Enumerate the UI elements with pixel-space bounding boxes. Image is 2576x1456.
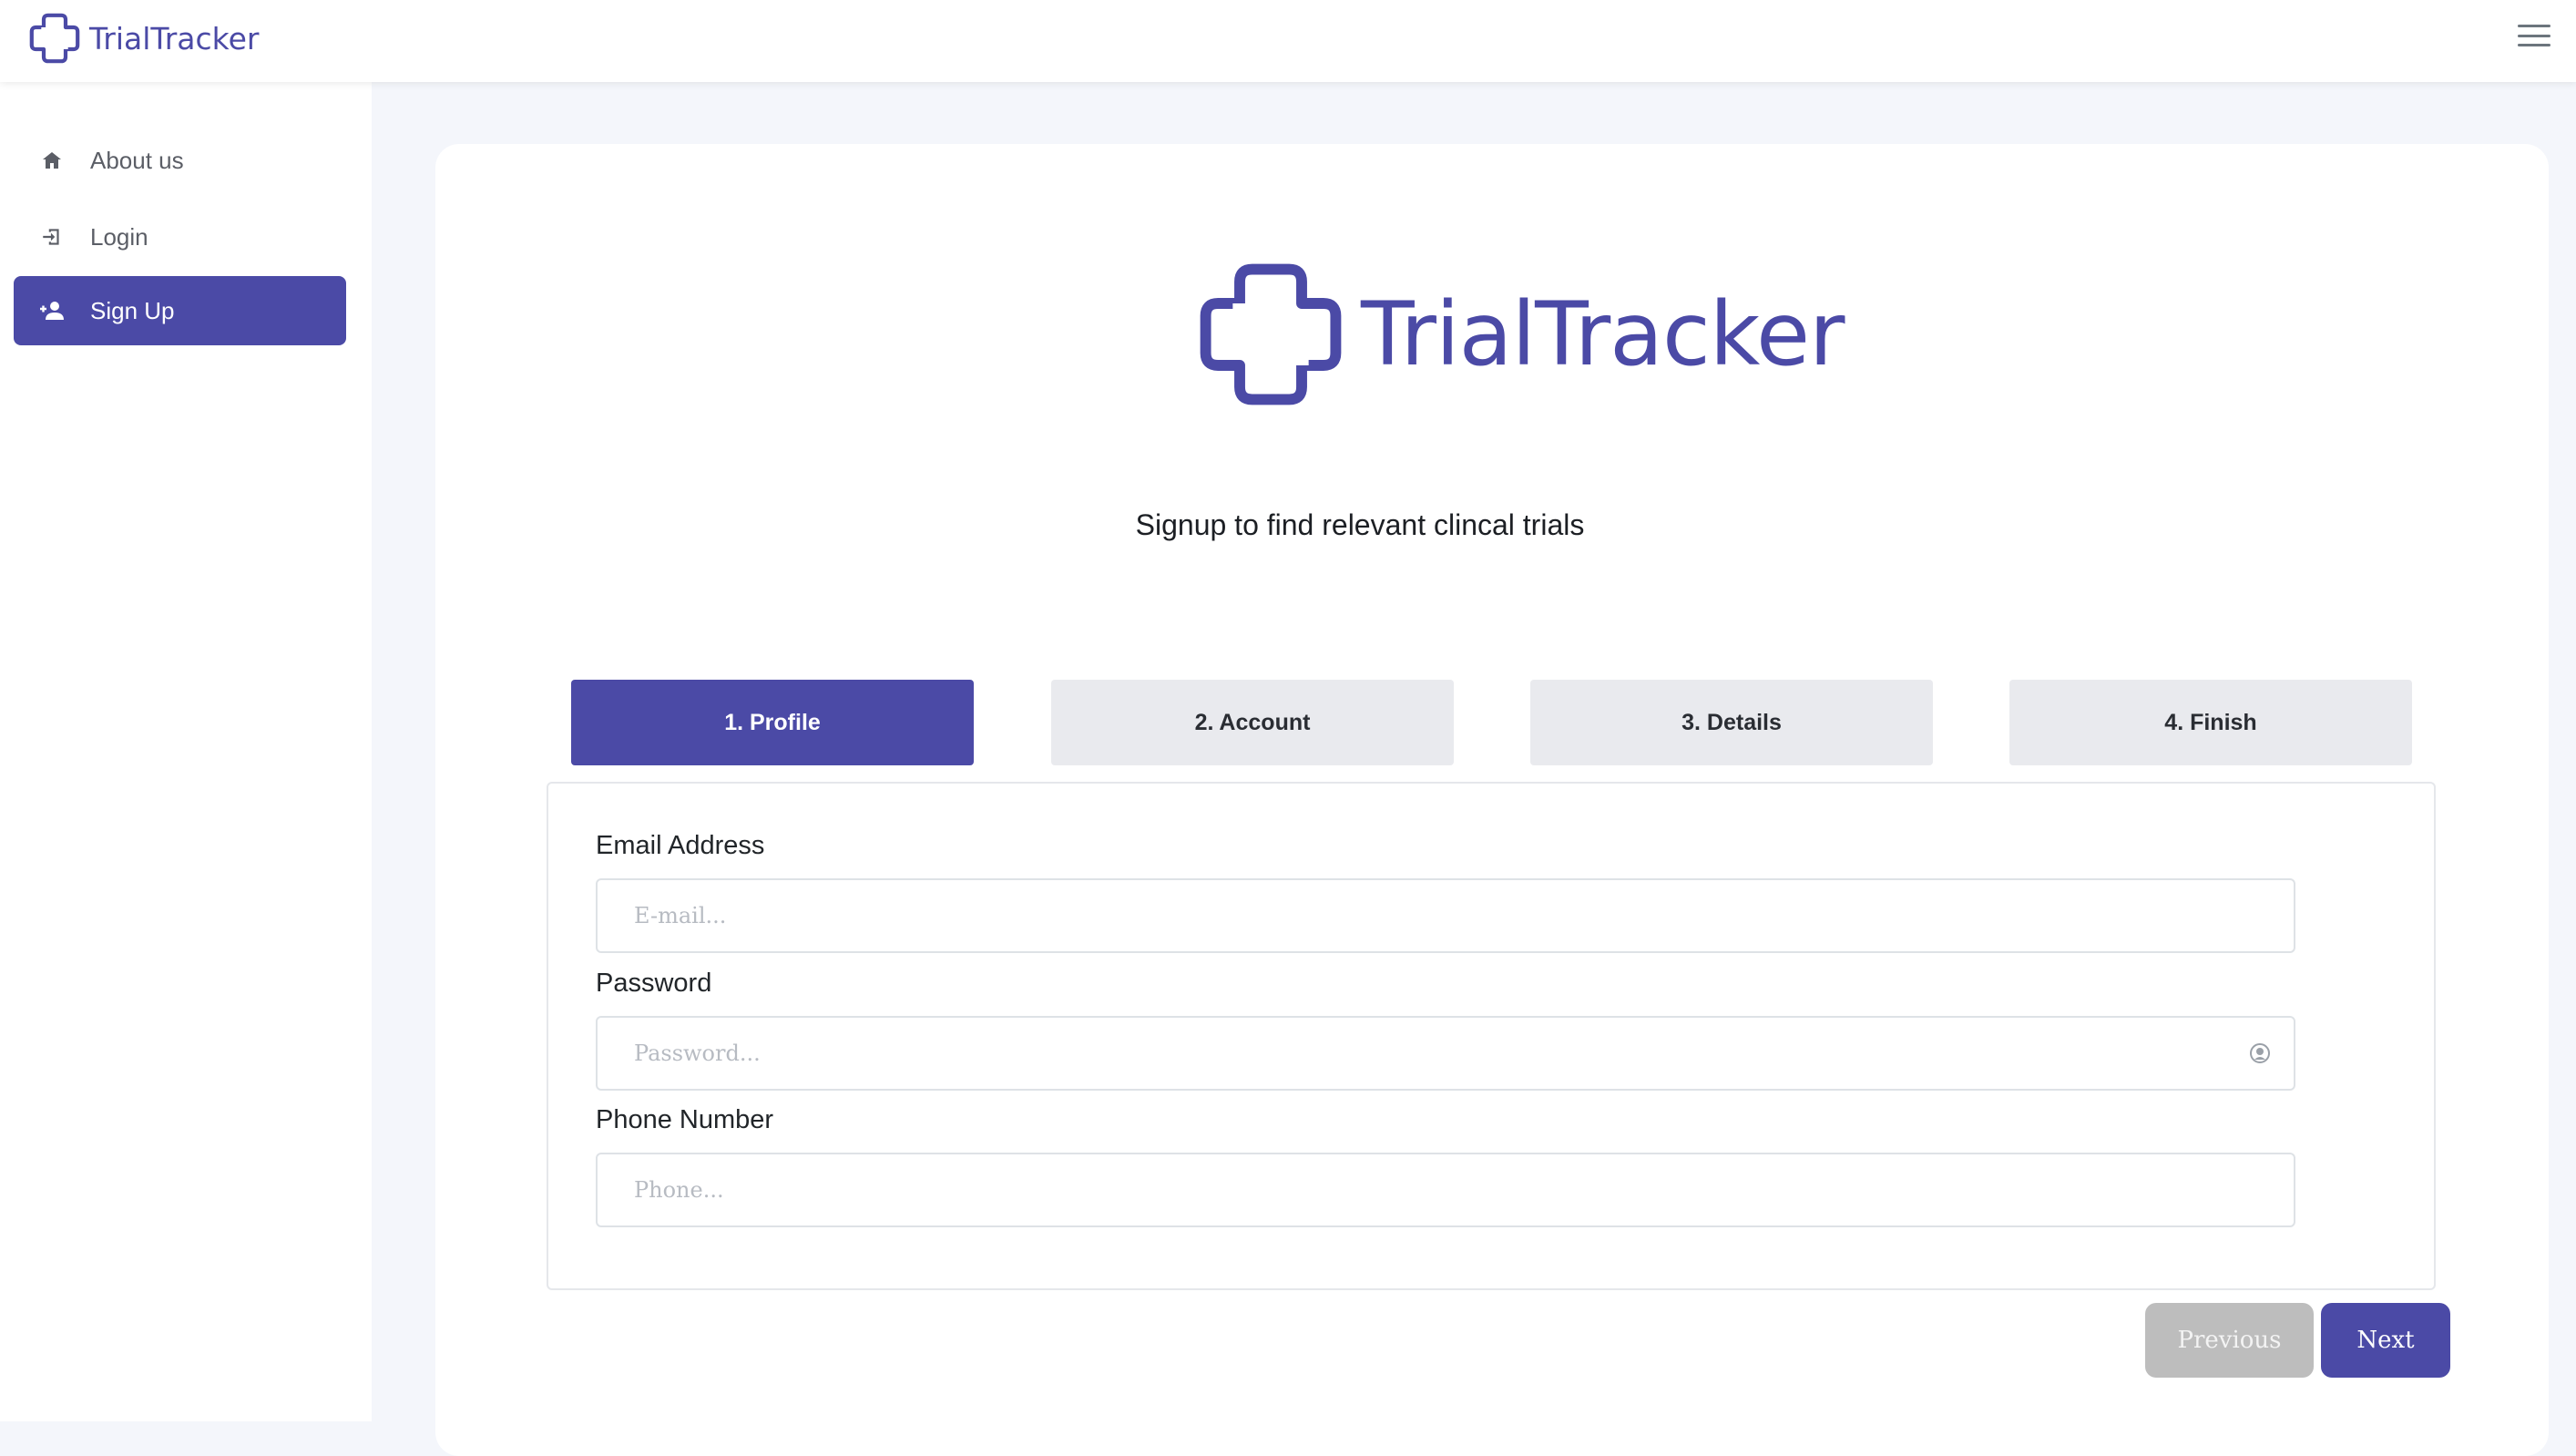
password-label: Password xyxy=(596,969,712,998)
sidebar-item-label: About us xyxy=(90,146,184,174)
sidebar-item-about-us[interactable]: About us xyxy=(14,126,346,195)
email-label: Email Address xyxy=(596,831,765,860)
page-subtitle: Signup to find relevant clincal trials xyxy=(0,508,2576,542)
password-visibility-icon[interactable] xyxy=(2246,1040,2274,1067)
subtitle-text: Signup to find relevant clincal trials xyxy=(1135,508,1585,541)
hero-brand-name: TrialTracker xyxy=(1361,283,1845,385)
user-plus-icon xyxy=(39,298,65,323)
password-input[interactable] xyxy=(596,1016,2295,1091)
profile-form: Email Address Password Phone Number xyxy=(547,782,2436,1290)
step-finish[interactable]: 4. Finish xyxy=(2009,680,2412,765)
phone-label: Phone Number xyxy=(596,1105,774,1134)
menu-icon[interactable] xyxy=(2518,22,2550,49)
step-profile[interactable]: 1. Profile xyxy=(571,680,974,765)
sidebar-item-label: Sign Up xyxy=(90,296,175,324)
step-account[interactable]: 2. Account xyxy=(1051,680,1454,765)
previous-button[interactable]: Previous xyxy=(2145,1303,2314,1378)
cross-logo-icon xyxy=(1200,263,1342,405)
sidebar-item-login[interactable]: Login xyxy=(14,202,346,272)
next-button[interactable]: Next xyxy=(2321,1303,2450,1378)
step-details[interactable]: 3. Details xyxy=(1530,680,1933,765)
top-navbar: TrialTracker xyxy=(0,0,2576,82)
brand-logo[interactable]: TrialTracker xyxy=(27,9,259,67)
brand-name: TrialTracker xyxy=(89,20,260,56)
email-input[interactable] xyxy=(596,878,2295,953)
sidebar-item-sign-up[interactable]: Sign Up xyxy=(14,276,346,345)
login-icon xyxy=(39,224,65,250)
cross-logo-icon xyxy=(29,13,80,64)
phone-input[interactable] xyxy=(596,1153,2295,1227)
sidebar-item-label: Login xyxy=(90,222,148,251)
home-icon xyxy=(39,148,65,173)
signup-steps: 1. Profile 2. Account 3. Details 4. Fini… xyxy=(0,680,2576,767)
hero-logo: TrialTracker xyxy=(1193,257,1845,412)
